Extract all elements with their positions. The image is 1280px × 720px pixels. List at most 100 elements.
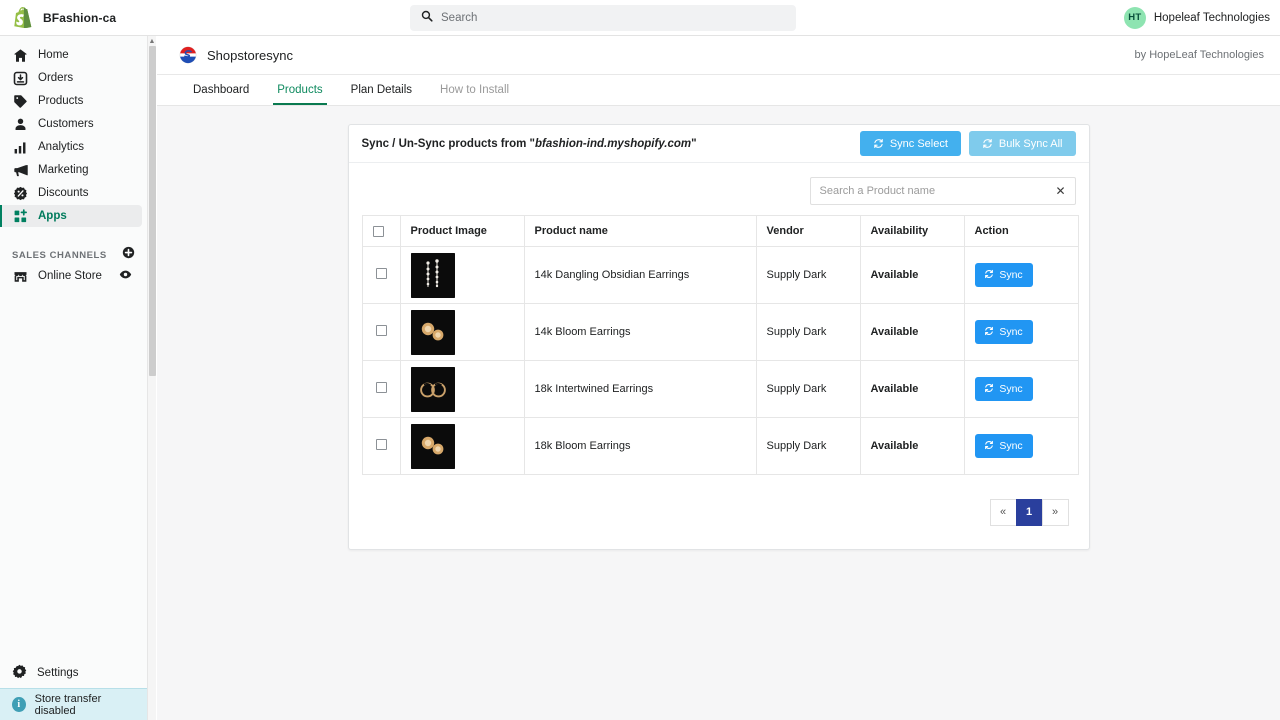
- pagination: « 1 »: [989, 498, 1069, 526]
- sidebar-item-apps[interactable]: Apps: [0, 205, 142, 227]
- sidebar-item-label: Discounts: [38, 187, 89, 199]
- row-product-name: 18k Intertwined Earrings: [523, 360, 757, 418]
- close-x-icon[interactable]: ✕: [1055, 185, 1065, 197]
- table-row: 18k Bloom Earrings Supply Dark Available…: [361, 417, 1079, 475]
- row-checkbox[interactable]: [375, 268, 387, 279]
- sidebar-item-products[interactable]: Products: [0, 90, 142, 112]
- sync-refresh-icon: [984, 269, 994, 282]
- banner-label: Store transfer disabled: [34, 692, 102, 717]
- sidebar-item-customers[interactable]: Customers: [0, 113, 142, 135]
- bulk-sync-all-label: Bulk Sync All: [998, 137, 1063, 150]
- pagination-row: « 1 »: [349, 475, 1089, 549]
- apps-grid-icon: [12, 208, 28, 224]
- sidebar-item-marketing[interactable]: Marketing: [0, 159, 142, 181]
- tab-label: Dashboard: [193, 84, 250, 96]
- row-checkbox[interactable]: [375, 325, 387, 336]
- sync-row-button[interactable]: Sync: [974, 263, 1033, 287]
- global-search-placeholder: Search: [441, 11, 478, 24]
- row-availability: Available: [859, 417, 965, 475]
- sidebar-item-analytics[interactable]: Analytics: [0, 136, 142, 158]
- select-all-header: [361, 215, 401, 247]
- sync-row-button[interactable]: Sync: [974, 320, 1033, 344]
- product-thumbnail: [410, 309, 455, 355]
- sidebar-item-home[interactable]: Home: [0, 44, 142, 66]
- orders-icon: [12, 70, 28, 86]
- scroll-up-arrow-icon[interactable]: ▲: [148, 36, 156, 46]
- sidebar-item-online-store[interactable]: Online Store: [0, 265, 142, 287]
- tab-dashboard[interactable]: Dashboard: [179, 75, 263, 105]
- row-vendor: Supply Dark: [755, 246, 861, 304]
- row-select-cell: [361, 303, 401, 361]
- sync-row-button[interactable]: Sync: [974, 434, 1033, 458]
- sync-refresh-icon: [984, 326, 994, 339]
- main-sidebar: Home Orders Products Customers Analytics…: [0, 36, 156, 720]
- product-thumbnail: [410, 423, 455, 469]
- row-vendor: Supply Dark: [755, 360, 861, 418]
- products-tag-icon: [12, 93, 28, 109]
- row-image-cell: [399, 303, 525, 361]
- bulk-sync-all-button[interactable]: Bulk Sync All: [968, 131, 1076, 156]
- global-search-input[interactable]: Search: [410, 4, 796, 31]
- row-checkbox[interactable]: [375, 439, 387, 450]
- user-menu[interactable]: HT Hopeleaf Technologies: [1123, 6, 1270, 29]
- row-product-name: 18k Bloom Earrings: [523, 417, 757, 475]
- avatar: HT: [1123, 6, 1146, 29]
- sidebar-item-discounts[interactable]: Discounts: [0, 182, 142, 204]
- info-icon: i: [12, 697, 26, 712]
- home-icon: [12, 47, 28, 63]
- pagination-next[interactable]: »: [1041, 498, 1069, 526]
- row-checkbox[interactable]: [375, 382, 387, 393]
- column-product-image: Product Image: [399, 215, 525, 247]
- app-identity: Shopstoresync: [179, 46, 293, 64]
- search-icon: [421, 9, 433, 27]
- product-search-input[interactable]: Search a Product name ✕: [809, 177, 1076, 205]
- sidebar-channel-label: Online Store: [38, 270, 102, 282]
- sidebar-nav: Home Orders Products Customers Analytics…: [0, 36, 147, 288]
- store-transfer-banner: i Store transfer disabled: [0, 688, 147, 720]
- sync-row-button[interactable]: Sync: [974, 377, 1033, 401]
- sidebar-scrollbar[interactable]: ▲: [147, 36, 156, 720]
- products-table-body: 14k Dangling Obsidian Earrings Supply Da…: [361, 246, 1079, 475]
- store-brand[interactable]: BFashion-ca: [0, 7, 200, 29]
- storefront-icon: [12, 268, 28, 284]
- table-row: 18k Intertwined Earrings Supply Dark Ava…: [361, 360, 1079, 418]
- card-header: Sync / Un-Sync products from "bfashion-i…: [348, 125, 1089, 163]
- card-title-suffix: ": [691, 137, 697, 150]
- app-tabs: Dashboard Products Plan Details How to I…: [157, 75, 1280, 106]
- settings-label: Settings: [37, 667, 79, 679]
- sync-row-label: Sync: [999, 269, 1023, 281]
- app-byline: by HopeLeaf Technologies: [1134, 49, 1264, 61]
- sidebar-item-label: Home: [38, 49, 69, 61]
- row-availability: Available: [859, 303, 965, 361]
- scrollbar-thumb[interactable]: [149, 46, 156, 376]
- tab-how-to-install[interactable]: How to Install: [426, 75, 523, 105]
- row-action-cell: Sync: [963, 246, 1079, 304]
- app-shell: Home Orders Products Customers Analytics…: [0, 36, 1280, 720]
- select-all-checkbox[interactable]: [372, 225, 384, 237]
- eye-icon[interactable]: [119, 268, 132, 284]
- plus-circle-icon[interactable]: [122, 246, 135, 264]
- row-action-cell: Sync: [963, 417, 1079, 475]
- sync-select-button[interactable]: Sync Select: [859, 131, 961, 156]
- sidebar-item-orders[interactable]: Orders: [0, 67, 142, 89]
- app-header: Shopstoresync by HopeLeaf Technologies: [157, 36, 1280, 75]
- card-title-prefix: Sync / Un-Sync products from ": [361, 137, 536, 150]
- sidebar-item-settings[interactable]: Settings: [0, 658, 147, 688]
- row-vendor: Supply Dark: [755, 303, 861, 361]
- product-thumbnail: [410, 366, 455, 412]
- sidebar-item-label: Customers: [38, 118, 94, 130]
- tab-plan-details[interactable]: Plan Details: [337, 75, 426, 105]
- sidebar-item-label: Marketing: [38, 164, 89, 176]
- app-main: Shopstoresync by HopeLeaf Technologies D…: [157, 36, 1280, 720]
- page-content: Sync / Un-Sync products from "bfashion-i…: [157, 106, 1280, 720]
- app-name-label: Shopstoresync: [207, 47, 293, 63]
- card-title-store-domain: bfashion-ind.myshopify.com: [535, 137, 692, 150]
- pagination-page-1[interactable]: 1: [1015, 498, 1043, 526]
- tab-products[interactable]: Products: [263, 75, 336, 105]
- card-title: Sync / Un-Sync products from "bfashion-i…: [362, 138, 697, 150]
- tab-label: How to Install: [440, 84, 510, 96]
- row-availability: Available: [859, 360, 965, 418]
- pagination-prev[interactable]: «: [989, 498, 1017, 526]
- analytics-bars-icon: [12, 139, 28, 155]
- row-action-cell: Sync: [963, 303, 1079, 361]
